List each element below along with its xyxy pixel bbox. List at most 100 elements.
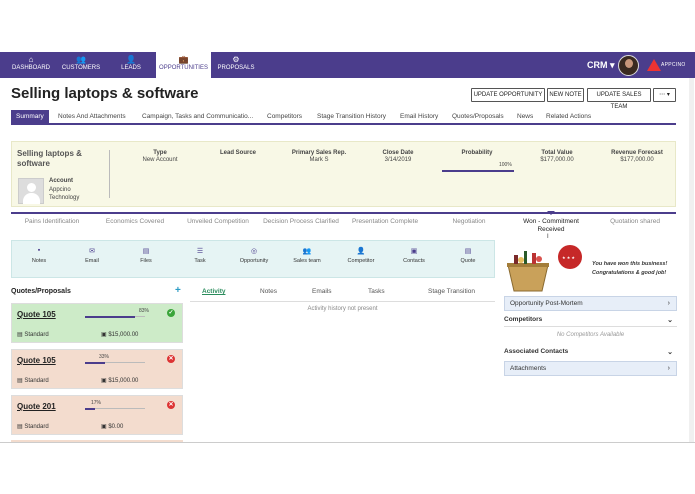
won-message: You have won this business! Congratulati…	[592, 260, 667, 278]
quote-amount: ▣ $0.00	[101, 424, 124, 430]
quote-amount-value: $0.00	[108, 424, 124, 430]
panel-label: Opportunity Post-Mortem	[510, 300, 583, 307]
field-label: Type	[153, 150, 167, 156]
contacts-section[interactable]: Associated Contacts ⌄	[504, 348, 677, 356]
tab-tasks[interactable]: Tasks	[368, 288, 385, 295]
quote-type: ▤ Standard	[17, 378, 49, 384]
email-icon: ✉	[89, 248, 95, 255]
stage-track	[11, 212, 676, 214]
action-label: Sales team	[293, 258, 321, 264]
detail-tabs: Summary Notes And Attachments Campaign, …	[11, 110, 676, 125]
post-mortem-panel[interactable]: Opportunity Post-Mortem ›	[504, 296, 677, 311]
action-files[interactable]: ▤ Files	[133, 247, 159, 264]
quote-card[interactable]: Quote 105 33% ▤ Standard ▣ $15,000.00 ✕	[11, 349, 183, 389]
tab-email-history[interactable]: Email History	[400, 110, 438, 123]
stage-competition[interactable]: Unveiled Competition	[177, 218, 259, 226]
tab-notes-attachments[interactable]: Notes And Attachments	[58, 110, 126, 123]
action-label: Opportunity	[239, 258, 269, 264]
won-line-1: You have won this business!	[592, 261, 668, 267]
leads-icon: 👤	[126, 55, 136, 64]
chevron-down-icon: ⌄	[667, 317, 673, 324]
new-note-button[interactable]: NEW NOTE	[547, 88, 584, 102]
quote-amount-value: $15,000.00	[108, 332, 139, 338]
tab-campaign-tasks[interactable]: Campaign, Tasks and Communicatio...	[142, 110, 253, 123]
update-opportunity-button[interactable]: UPDATE OPPORTUNITY	[471, 88, 545, 102]
competitors-section[interactable]: Competitors ⌄	[504, 316, 677, 324]
tab-competitors[interactable]: Competitors	[267, 110, 302, 123]
tab-activity[interactable]: Activity	[202, 288, 225, 295]
nav-dashboard[interactable]: ⌂ DASHBOARD	[8, 52, 54, 78]
quote-icon: ▤	[464, 248, 472, 255]
account-avatar-icon	[18, 178, 44, 204]
quote-progress-track	[85, 315, 145, 318]
tab-notes[interactable]: Notes	[260, 288, 277, 295]
contacts-icon: ▣	[410, 248, 418, 255]
current-stage-marker	[547, 211, 555, 215]
quote-progress-fill	[85, 315, 135, 318]
nav-proposals[interactable]: ⚙ PROPOSALS	[215, 52, 257, 78]
no-competitors-message: No Competitors Available	[556, 332, 625, 338]
mouse-cursor-icon: I	[547, 234, 549, 240]
tab-quotes-proposals[interactable]: Quotes/Proposals	[452, 110, 504, 123]
more-actions-button[interactable]: ⋯ ▾	[653, 88, 676, 102]
chevron-right-icon: ›	[667, 365, 670, 372]
quote-type: ▤ Standard	[17, 332, 49, 338]
nav-leads[interactable]: 👤 LEADS	[112, 52, 150, 78]
stage-decision[interactable]: Decision Process Clarified	[260, 218, 342, 226]
quick-actions: ▪ Notes ✉ Email ▤ Files ☰ Task ◎ Opportunity …	[11, 240, 495, 278]
quote-name[interactable]: Quote 105	[17, 310, 56, 319]
tab-stage-transition[interactable]: Stage Transition	[428, 288, 475, 295]
field-value: Mark S	[309, 157, 329, 163]
summary-card: Selling laptops & software Account Appci…	[11, 141, 676, 207]
field-close-date: Close Date 3/14/2019	[368, 150, 428, 163]
update-sales-team-button[interactable]: UPDATE SALES TEAM	[587, 88, 651, 110]
quote-progress-fill	[85, 361, 105, 364]
stage-quotation[interactable]: Quotation shared	[594, 218, 676, 226]
nav-opportunities[interactable]: 💼 OPPORTUNITIES	[156, 52, 211, 78]
proposals-icon: ⚙	[232, 55, 240, 64]
user-avatar[interactable]	[618, 55, 639, 76]
quote-progress-pct: 83%	[139, 308, 150, 314]
action-notes[interactable]: ▪ Notes	[26, 247, 52, 264]
tab-emails[interactable]: Emails	[312, 288, 332, 295]
field-label: Primary Sales Rep.	[291, 150, 347, 156]
section-label: Associated Contacts	[504, 348, 569, 355]
quote-name[interactable]: Quote 201	[17, 402, 56, 411]
action-opportunity[interactable]: ◎ Opportunity	[234, 247, 274, 264]
field-revenue-forecast: Revenue Forecast $177,000.00	[602, 150, 672, 163]
page-scrollbar[interactable]	[689, 78, 694, 442]
action-task[interactable]: ☰ Task	[187, 247, 213, 264]
quote-card[interactable]: Quote 105 83% ▤ Standard ▣ $15,000.00 ✓	[11, 303, 183, 343]
action-email[interactable]: ✉ Email	[79, 247, 105, 264]
tab-stage-transition[interactable]: Stage Transition History	[317, 110, 386, 123]
stage-economics[interactable]: Economics Covered	[94, 218, 176, 226]
field-label: Total Value	[541, 150, 573, 156]
activity-tabs: Activity Notes Emails Tasks Stage Transi…	[190, 286, 495, 302]
stage-presentation[interactable]: Presentation Complete	[343, 218, 427, 226]
action-label: Email	[85, 258, 99, 264]
action-sales-team[interactable]: 👥 Sales team	[288, 247, 326, 264]
stage-won[interactable]: Won - Commitment Received	[512, 218, 590, 234]
divider	[109, 150, 110, 198]
app-switcher[interactable]: CRM ▾	[587, 60, 615, 71]
action-label: Task	[194, 258, 206, 264]
section-label: Competitors	[504, 316, 543, 323]
field-label: Close Date	[382, 150, 414, 156]
field-label: Lead Source	[219, 150, 256, 156]
tab-news[interactable]: News	[517, 110, 533, 123]
notes-icon: ▪	[37, 247, 41, 254]
add-quote-button[interactable]: +	[175, 285, 181, 296]
tab-related-actions[interactable]: Related Actions	[546, 110, 591, 123]
quote-card[interactable]: Quote 201 17% ▤ Standard ▣ $0.00 ✕	[11, 395, 183, 435]
tab-summary[interactable]: Summary	[11, 110, 49, 123]
nav-customers[interactable]: 👥 CUSTOMERS	[58, 52, 104, 78]
stage-pains[interactable]: Pains Identification	[11, 218, 93, 226]
stage-negotiation[interactable]: Negotiation	[428, 218, 510, 226]
quote-progress-pct: 33%	[99, 354, 110, 360]
account-name[interactable]: Appcino Technology	[49, 186, 94, 202]
action-quote[interactable]: ▤ Quote	[455, 247, 481, 264]
quote-name[interactable]: Quote 105	[17, 356, 56, 365]
attachments-panel[interactable]: Attachments ›	[504, 361, 677, 376]
action-competitor[interactable]: 👤 Competitor	[342, 247, 380, 264]
action-contacts[interactable]: ▣ Contacts	[398, 247, 430, 264]
